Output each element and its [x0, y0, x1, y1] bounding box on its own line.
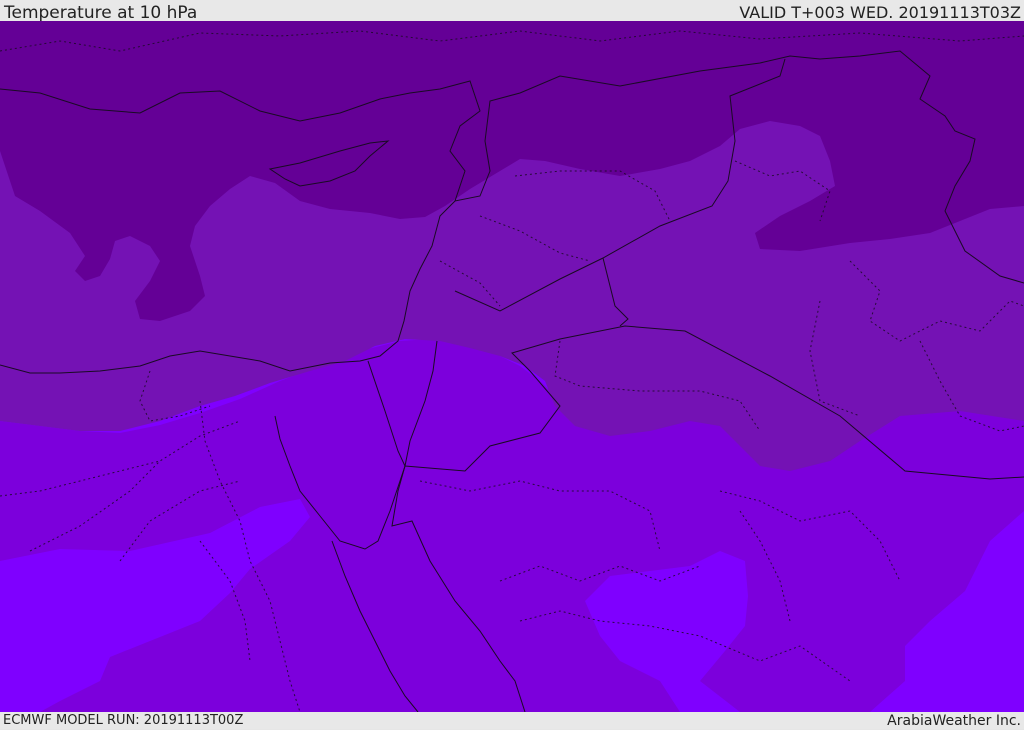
credit: ArabiaWeather Inc.: [887, 713, 1021, 729]
map-title: Temperature at 10 hPa: [4, 3, 198, 23]
footer-bar: ECMWF MODEL RUN: 20191113T00Z ArabiaWeat…: [0, 712, 1024, 729]
valid-time: VALID T+003 WED. 20191113T03Z: [739, 3, 1021, 22]
header-bar: Temperature at 10 hPa VALID T+003 WED. 2…: [0, 0, 1024, 23]
temperature-map[interactable]: [0, 21, 1024, 712]
model-run: ECMWF MODEL RUN: 20191113T00Z: [3, 713, 244, 728]
